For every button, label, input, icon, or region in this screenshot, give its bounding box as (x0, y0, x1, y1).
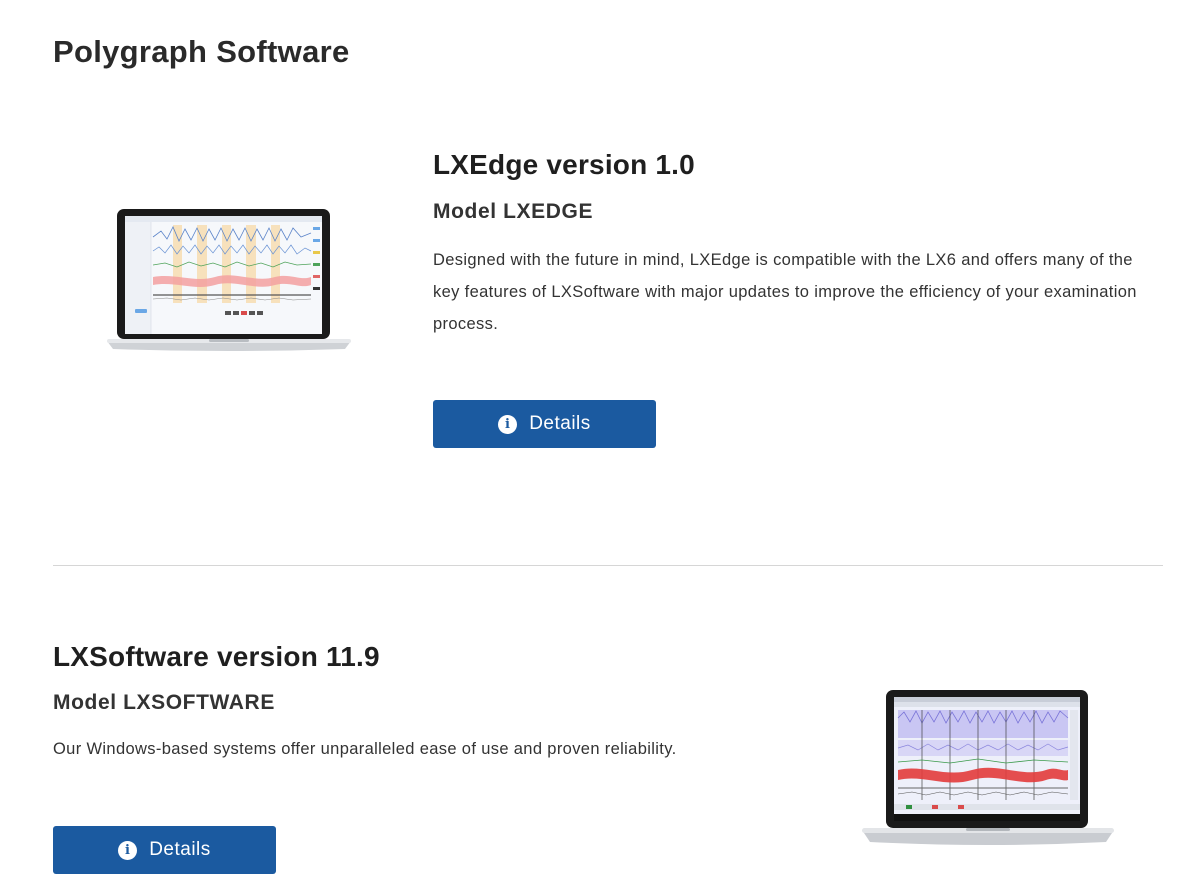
product-description: Our Windows-based systems offer unparall… (53, 740, 677, 758)
product-title: LXSoftware version 11.9 (53, 641, 380, 672)
section-divider (53, 565, 1163, 566)
product-title: LXEdge version 1.0 (433, 149, 695, 180)
details-button-label: Details (529, 413, 591, 434)
lxedge-laptop-image (107, 209, 351, 351)
details-button[interactable]: i Details (53, 826, 276, 874)
details-button[interactable]: i Details (433, 400, 656, 448)
product-model: Model LXEDGE (433, 200, 594, 223)
info-icon: i (118, 840, 138, 860)
lxsoftware-laptop-image (862, 690, 1114, 845)
details-button-label: Details (149, 839, 211, 860)
info-icon: i (498, 414, 518, 434)
page-title: Polygraph Software (53, 34, 350, 69)
product-model: Model LXSOFTWARE (53, 691, 275, 714)
product-description: Designed with the future in mind, LXEdge… (433, 251, 1137, 333)
